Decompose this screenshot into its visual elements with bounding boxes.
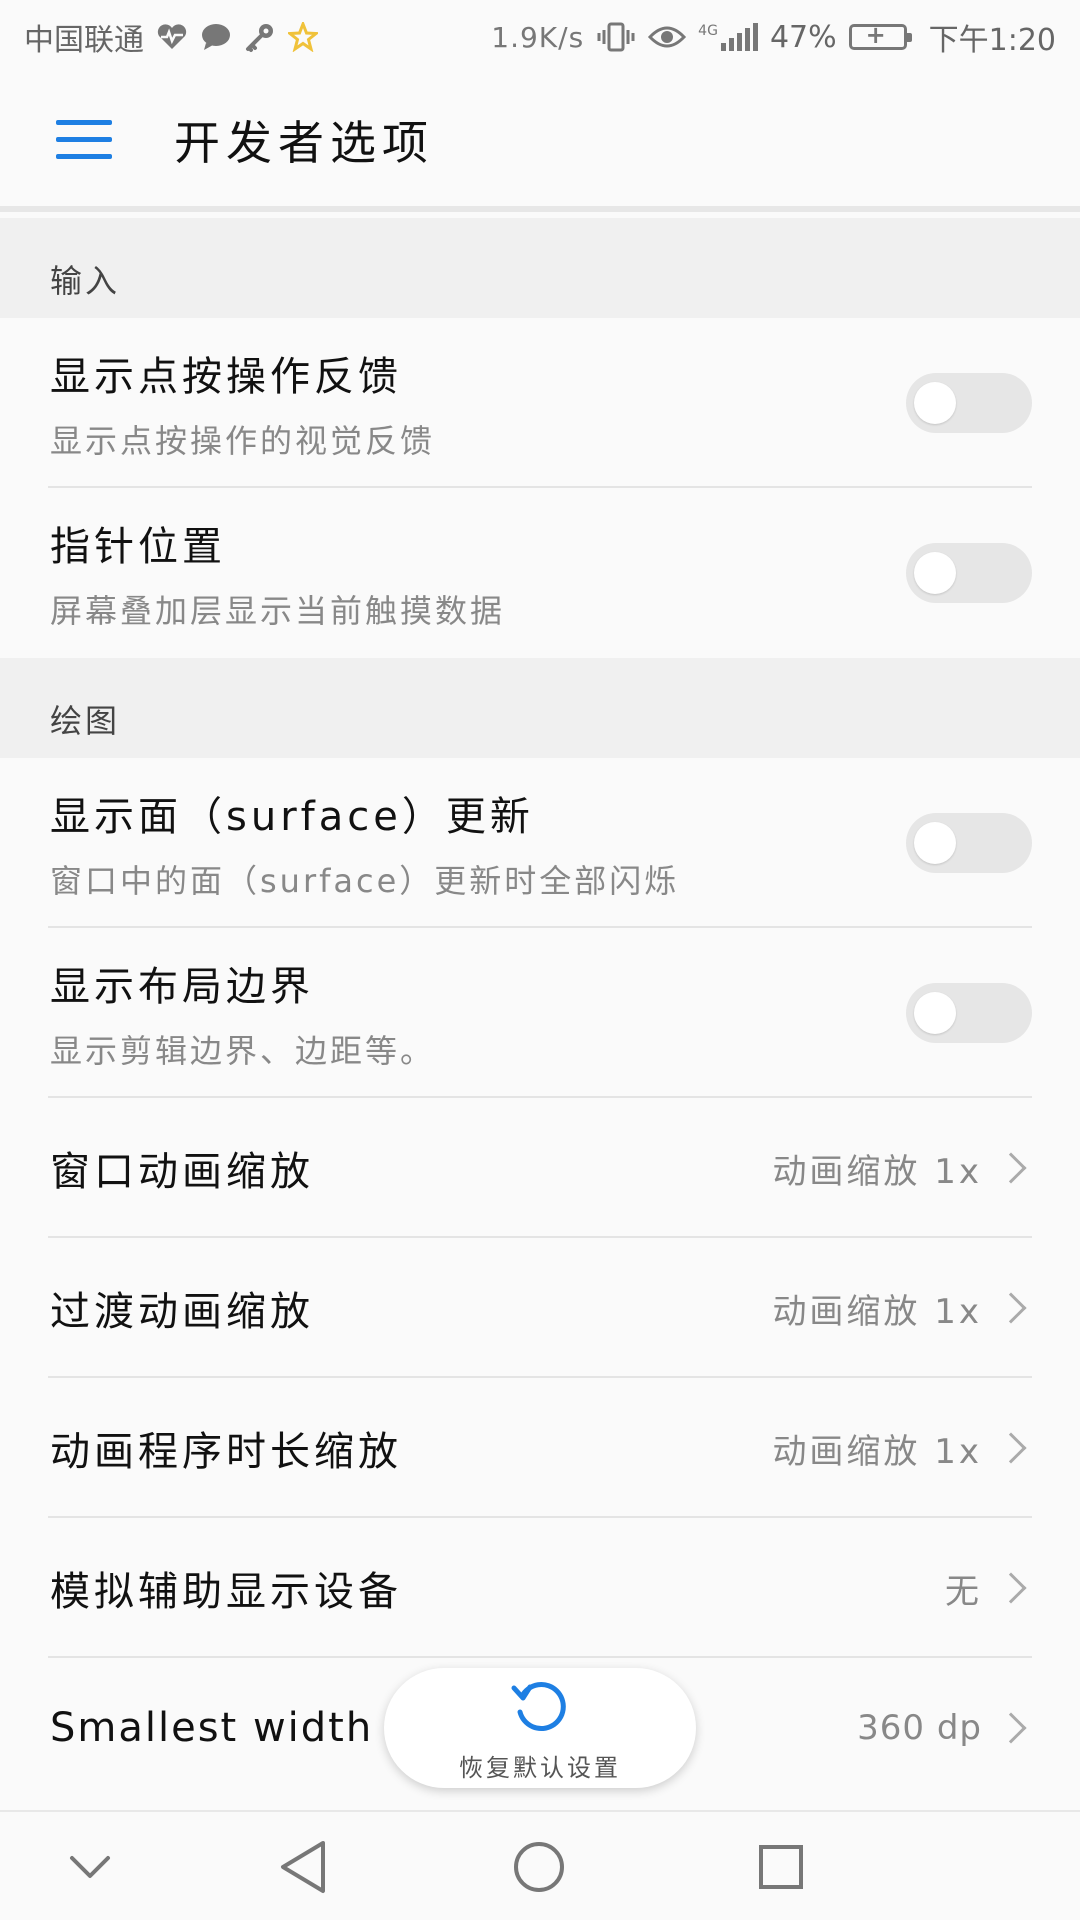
setting-title: Smallest width (50, 1705, 374, 1751)
developer-options-screen: 中国联通 1.9K/s 4G 47% + 下午1:20 开发者选项 输入 显示点… (0, 0, 1080, 1920)
status-bar-left: 中国联通 (24, 15, 318, 59)
setting-value-group: 动画缩放 1x (772, 1424, 1032, 1473)
home-circle-icon (514, 1842, 564, 1892)
setting-transition-anim-scale[interactable]: 过渡动画缩放 动画缩放 1x (0, 1238, 1080, 1378)
key-icon (244, 21, 276, 53)
settings-list: 输入 显示点按操作反馈 显示点按操作的视觉反馈 指针位置 屏幕叠加层显示当前触摸… (0, 218, 1080, 1798)
chevron-right-icon (995, 1292, 1027, 1324)
chevron-right-icon (995, 1712, 1027, 1744)
setting-value-group: 动画缩放 1x (772, 1284, 1032, 1333)
setting-value-group: 360 dp (857, 1708, 1032, 1748)
eye-icon (648, 23, 687, 51)
nav-home-button[interactable] (506, 1834, 572, 1900)
setting-subtitle: 屏幕叠加层显示当前触摸数据 (50, 592, 506, 630)
layout-bounds-toggle[interactable] (906, 983, 1032, 1043)
chat-bubble-icon (200, 23, 232, 51)
navigation-bar (0, 1810, 1080, 1920)
setting-value: 无 (945, 1571, 982, 1612)
setting-title: 窗口动画缩放 (50, 1149, 314, 1195)
reset-defaults-button[interactable]: 恢复默认设置 (384, 1668, 696, 1788)
chevron-right-icon (995, 1152, 1027, 1184)
setting-pointer-location[interactable]: 指针位置 屏幕叠加层显示当前触摸数据 (0, 488, 1080, 658)
surface-updates-toggle[interactable] (906, 813, 1032, 873)
reset-defaults-label: 恢复默认设置 (459, 1753, 621, 1782)
network-type-label: 4G (698, 23, 718, 39)
vibrate-icon (596, 22, 636, 52)
setting-title: 动画程序时长缩放 (50, 1429, 402, 1475)
nav-back-button[interactable] (270, 1834, 336, 1900)
heart-rate-icon (156, 23, 188, 51)
status-bar-right: 1.9K/s 4G 47% + 下午1:20 (491, 15, 1056, 59)
setting-title: 指针位置 (50, 524, 226, 570)
net-speed-label: 1.9K/s (491, 20, 585, 54)
show-taps-toggle[interactable] (906, 373, 1032, 433)
clock-label: 下午1:20 (928, 23, 1056, 58)
pointer-location-toggle[interactable] (906, 543, 1032, 603)
setting-secondary-displays[interactable]: 模拟辅助显示设备 无 (0, 1518, 1080, 1658)
back-triangle-icon (281, 1841, 325, 1893)
nav-collapse-button[interactable] (60, 1837, 120, 1897)
setting-subtitle: 显示点按操作的视觉反馈 (50, 422, 436, 460)
setting-show-taps[interactable]: 显示点按操作反馈 显示点按操作的视觉反馈 (0, 318, 1080, 488)
chevron-right-icon (995, 1432, 1027, 1464)
battery-percent-label: 47% (769, 19, 837, 55)
setting-value: 动画缩放 1x (772, 1291, 982, 1332)
nav-recents-button[interactable] (748, 1834, 814, 1900)
setting-subtitle: 显示剪辑边界、边距等。 (50, 1032, 436, 1070)
setting-value-group: 无 (945, 1564, 1032, 1613)
setting-value: 动画缩放 1x (772, 1151, 982, 1192)
chevron-right-icon (995, 1572, 1027, 1604)
setting-title: 过渡动画缩放 (50, 1289, 314, 1335)
setting-text: 指针位置 屏幕叠加层显示当前触摸数据 (50, 514, 505, 632)
status-bar: 中国联通 1.9K/s 4G 47% + 下午1:20 (0, 0, 1080, 74)
setting-title: 显示点按操作反馈 (50, 354, 402, 400)
setting-text: 显示面（surface）更新 窗口中的面（surface）更新时全部闪烁 (50, 784, 679, 902)
setting-text: 显示布局边界 显示剪辑边界、边距等。 (50, 954, 435, 1072)
signal-icon: 4G (698, 23, 758, 51)
section-header-drawing: 绘图 (0, 658, 1080, 758)
setting-subtitle: 窗口中的面（surface）更新时全部闪烁 (50, 862, 680, 900)
setting-surface-updates[interactable]: 显示面（surface）更新 窗口中的面（surface）更新时全部闪烁 (0, 758, 1080, 928)
setting-text: 显示点按操作反馈 显示点按操作的视觉反馈 (50, 344, 435, 462)
setting-layout-bounds[interactable]: 显示布局边界 显示剪辑边界、边距等。 (0, 928, 1080, 1098)
setting-title: 模拟辅助显示设备 (50, 1569, 402, 1615)
page-title: 开发者选项 (174, 116, 434, 170)
section-header-input: 输入 (0, 218, 1080, 318)
setting-window-anim-scale[interactable]: 窗口动画缩放 动画缩放 1x (0, 1098, 1080, 1238)
chevron-down-icon (70, 1856, 110, 1878)
recents-square-icon (759, 1845, 803, 1889)
signal-bars (720, 23, 758, 51)
setting-title: 显示面（surface）更新 (50, 794, 534, 840)
setting-title: 显示布局边界 (50, 964, 314, 1010)
menu-icon[interactable] (56, 120, 112, 160)
setting-value-group: 动画缩放 1x (772, 1144, 1032, 1193)
setting-value: 360 dp (857, 1708, 982, 1748)
battery-charging-icon: + (848, 21, 912, 50)
app-bar: 开发者选项 (0, 74, 1080, 212)
refresh-icon (508, 1674, 572, 1742)
setting-value: 动画缩放 1x (772, 1431, 982, 1472)
setting-animator-duration-scale[interactable]: 动画程序时长缩放 动画缩放 1x (0, 1378, 1080, 1518)
carrier-label: 中国联通 (24, 23, 144, 58)
star-icon (288, 22, 318, 52)
